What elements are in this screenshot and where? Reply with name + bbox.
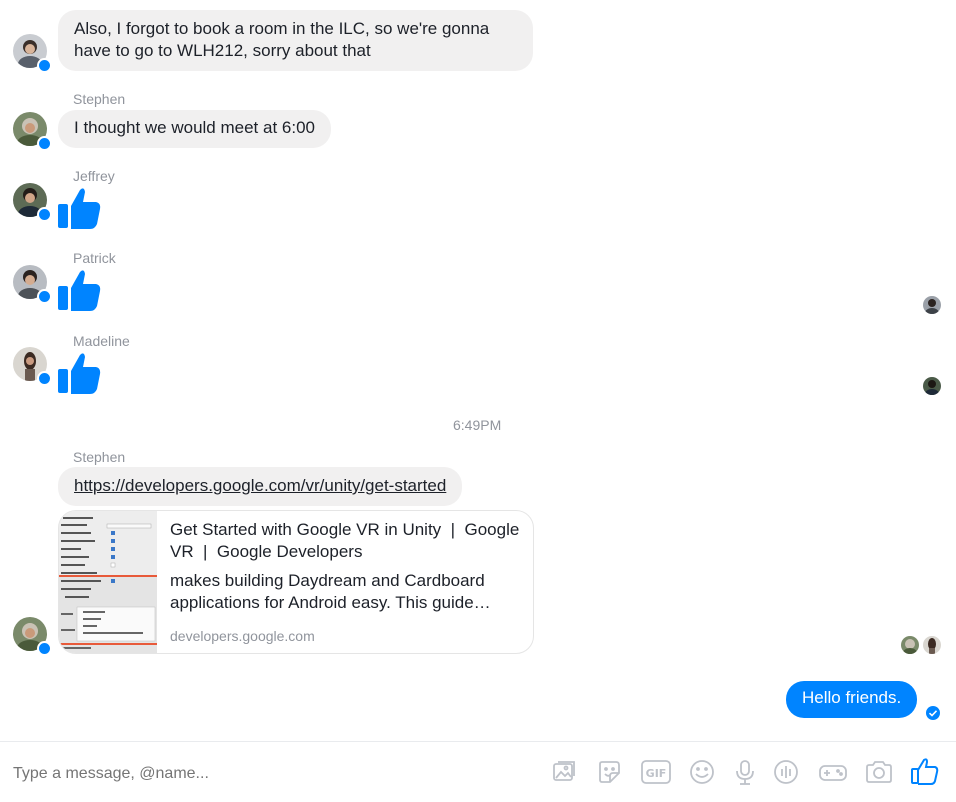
read-receipt-avatar [923, 636, 941, 654]
messenger-badge-icon [37, 58, 52, 73]
message-bubble: I thought we would meet at 6:00 [58, 110, 331, 148]
link-message-bubble: https://developers.google.com/vr/unity/g… [58, 467, 463, 506]
like-sticker-icon [58, 353, 101, 394]
game-controller-icon[interactable] [818, 758, 847, 786]
message-input[interactable] [13, 760, 533, 788]
messenger-badge-icon [37, 289, 52, 304]
message-text: Hello friends. [802, 688, 902, 707]
voice-clip-icon[interactable] [772, 758, 800, 786]
link-preview-thumbnail [59, 511, 157, 653]
gif-icon[interactable]: GIF [640, 758, 671, 786]
read-receipt-avatar [923, 377, 941, 395]
photo-icon[interactable] [550, 758, 578, 786]
microphone-icon[interactable] [731, 758, 759, 786]
link-preview-domain: developers.google.com [170, 628, 315, 644]
read-receipt-avatar [923, 296, 941, 314]
message-text: Also, I forgot to book a room in the ILC… [74, 19, 490, 60]
timestamp: 6:49PM [453, 417, 502, 433]
link-preview-description: makes building Daydream and Cardboard ap… [170, 571, 491, 612]
sender-name: Patrick [73, 250, 116, 266]
delivered-check-icon [926, 706, 940, 720]
like-sticker-icon [58, 188, 101, 229]
sender-name: Madeline [73, 333, 130, 349]
sender-name: Stephen [73, 449, 126, 465]
messenger-badge-icon [37, 371, 52, 386]
svg-text:GIF: GIF [646, 767, 667, 780]
like-sticker-icon [58, 270, 101, 311]
messenger-badge-icon [37, 641, 52, 656]
like-icon[interactable] [910, 756, 939, 785]
link-preview-card[interactable]: Get Started with Google VR in Unity | Go… [58, 510, 534, 654]
messenger-badge-icon [37, 136, 52, 151]
read-receipt-avatar [901, 636, 919, 654]
message-link[interactable]: https://developers.google.com/vr/unity/g… [74, 476, 446, 495]
sticker-icon[interactable] [595, 758, 623, 786]
message-text: I thought we would meet at 6:00 [74, 118, 315, 137]
messenger-badge-icon [37, 207, 52, 222]
camera-icon[interactable] [864, 758, 892, 786]
message-bubble: Also, I forgot to book a room in the ILC… [58, 10, 533, 71]
link-preview-title: Get Started with Google VR in Unity | Go… [170, 520, 525, 561]
sender-name: Stephen [73, 91, 126, 107]
sender-name: Jeffrey [73, 168, 115, 184]
sent-message-bubble: Hello friends. [786, 681, 918, 718]
emoji-icon[interactable] [688, 758, 716, 786]
